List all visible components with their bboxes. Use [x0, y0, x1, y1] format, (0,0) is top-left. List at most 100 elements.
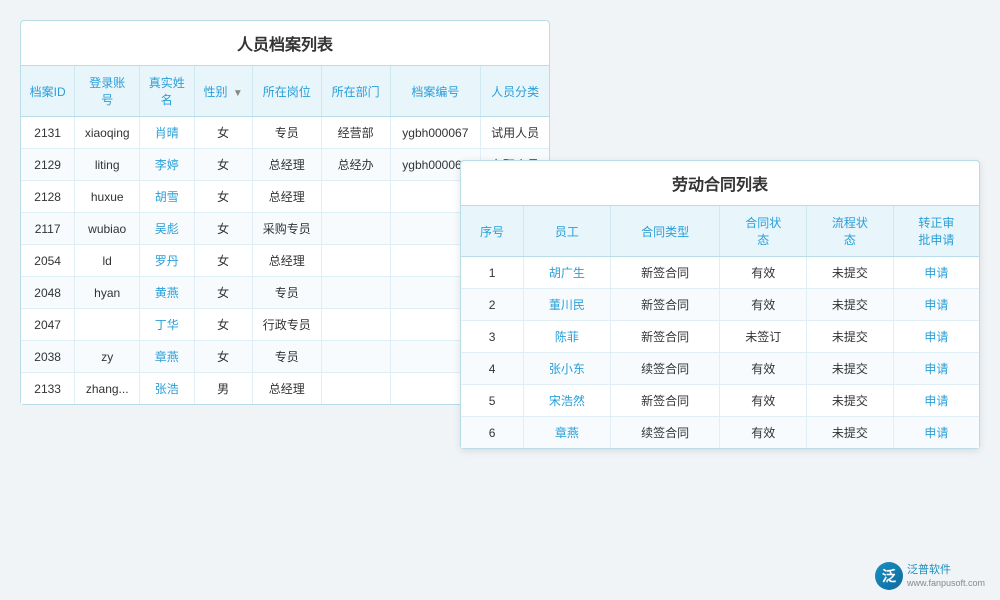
- col-contract-type: 合同类型: [610, 206, 720, 257]
- table-cell: 未提交: [807, 257, 894, 289]
- contract-row: 2董川民新签合同有效未提交申请: [461, 289, 979, 321]
- table-cell: 新签合同: [610, 385, 720, 417]
- table-cell[interactable]: 申请: [893, 257, 979, 289]
- table-cell: [321, 245, 390, 277]
- table-cell: 2054: [21, 245, 75, 277]
- table-cell: 4: [461, 353, 524, 385]
- table-cell[interactable]: 章燕: [524, 417, 611, 449]
- table-cell[interactable]: 章燕: [140, 341, 194, 373]
- table-cell: 未签订: [720, 321, 807, 353]
- contract-table: 序号 员工 合同类型 合同状态 流程状态 转正审批申请 1胡广生新签合同有效未提…: [461, 206, 979, 448]
- table-cell: 女: [194, 213, 252, 245]
- gender-filter-icon[interactable]: ▼: [233, 88, 243, 99]
- table-cell: 未提交: [807, 321, 894, 353]
- table-cell[interactable]: 申请: [893, 289, 979, 321]
- table-cell: huxue: [75, 181, 140, 213]
- table-cell: xiaoqing: [75, 117, 140, 149]
- table-cell: 续签合同: [610, 417, 720, 449]
- col-position: 所在岗位: [252, 66, 321, 117]
- table-cell[interactable]: 申请: [893, 417, 979, 449]
- table-cell: 女: [194, 309, 252, 341]
- table-cell[interactable]: 丁华: [140, 309, 194, 341]
- table-cell: 新签合同: [610, 321, 720, 353]
- table-cell: 6: [461, 417, 524, 449]
- table-cell: 采购专员: [252, 213, 321, 245]
- table-cell: [321, 373, 390, 405]
- table-cell[interactable]: 肖晴: [140, 117, 194, 149]
- col-gender[interactable]: 性别 ▼: [194, 66, 252, 117]
- table-cell: 女: [194, 149, 252, 181]
- logo-watermark: 泛 泛普软件 www.fanpusoft.com: [875, 562, 985, 590]
- table-cell[interactable]: 宋浩然: [524, 385, 611, 417]
- table-cell[interactable]: 陈菲: [524, 321, 611, 353]
- table-cell: 新签合同: [610, 257, 720, 289]
- col-no: 序号: [461, 206, 524, 257]
- table-cell: 女: [194, 277, 252, 309]
- table-cell: 有效: [720, 417, 807, 449]
- table-cell: 3: [461, 321, 524, 353]
- col-employee: 员工: [524, 206, 611, 257]
- col-type: 人员分类: [481, 66, 549, 117]
- contract-row: 1胡广生新签合同有效未提交申请: [461, 257, 979, 289]
- logo-icon: 泛: [875, 562, 903, 590]
- col-id: 档案ID: [21, 66, 75, 117]
- table-cell[interactable]: 黄燕: [140, 277, 194, 309]
- table-cell: 总经理: [252, 149, 321, 181]
- contract-table-container: 劳动合同列表 序号 员工 合同类型 合同状态 流程状态 转正审批申请 1胡广生新…: [460, 160, 980, 449]
- table-cell[interactable]: 罗丹: [140, 245, 194, 277]
- table-cell: 专员: [252, 341, 321, 373]
- table-cell: 未提交: [807, 289, 894, 321]
- col-fileno: 档案编号: [390, 66, 481, 117]
- table-cell: 2: [461, 289, 524, 321]
- table-cell: 有效: [720, 257, 807, 289]
- table-cell: 2047: [21, 309, 75, 341]
- table-cell[interactable]: 张浩: [140, 373, 194, 405]
- contract-row: 6章燕续签合同有效未提交申请: [461, 417, 979, 449]
- table-cell: 女: [194, 245, 252, 277]
- table-cell: [321, 277, 390, 309]
- table-cell: 2133: [21, 373, 75, 405]
- contract-row: 3陈菲新签合同未签订未提交申请: [461, 321, 979, 353]
- table-cell: ygbh000067: [390, 117, 481, 149]
- table-cell[interactable]: 胡雪: [140, 181, 194, 213]
- table-cell[interactable]: 申请: [893, 321, 979, 353]
- table-cell: 1: [461, 257, 524, 289]
- col-dept: 所在部门: [321, 66, 390, 117]
- table-cell: 试用人员: [481, 117, 549, 149]
- table-cell: 有效: [720, 289, 807, 321]
- table-cell: [321, 341, 390, 373]
- table-cell[interactable]: 申请: [893, 385, 979, 417]
- table-cell: 新签合同: [610, 289, 720, 321]
- table-cell: 男: [194, 373, 252, 405]
- logo-company: 泛普软件: [907, 564, 985, 577]
- personnel-table-title: 人员档案列表: [21, 21, 549, 66]
- table-cell: ld: [75, 245, 140, 277]
- table-cell[interactable]: 吴彪: [140, 213, 194, 245]
- table-cell: 2117: [21, 213, 75, 245]
- table-cell: 未提交: [807, 353, 894, 385]
- contract-table-header: 序号 员工 合同类型 合同状态 流程状态 转正审批申请: [461, 206, 979, 257]
- table-cell: 2131: [21, 117, 75, 149]
- table-cell: 2048: [21, 277, 75, 309]
- table-cell: 2128: [21, 181, 75, 213]
- table-cell[interactable]: 申请: [893, 353, 979, 385]
- table-cell: 女: [194, 117, 252, 149]
- table-cell: [321, 309, 390, 341]
- table-cell: 总经理: [252, 245, 321, 277]
- table-cell[interactable]: 张小东: [524, 353, 611, 385]
- table-cell: [321, 181, 390, 213]
- col-apply: 转正审批申请: [893, 206, 979, 257]
- contract-row: 5宋浩然新签合同有效未提交申请: [461, 385, 979, 417]
- main-wrapper: 人员档案列表 档案ID 登录账号 真实姓名 性别 ▼ 所在岗位 所在部门 档案编…: [0, 0, 1000, 600]
- table-cell[interactable]: 董川民: [524, 289, 611, 321]
- table-cell: 2129: [21, 149, 75, 181]
- table-cell: 行政专员: [252, 309, 321, 341]
- table-cell: 女: [194, 341, 252, 373]
- table-cell: [75, 309, 140, 341]
- table-cell: 经营部: [321, 117, 390, 149]
- table-cell[interactable]: 胡广生: [524, 257, 611, 289]
- col-name: 真实姓名: [140, 66, 194, 117]
- contract-table-title: 劳动合同列表: [461, 161, 979, 206]
- table-cell[interactable]: 李婷: [140, 149, 194, 181]
- table-cell: 专员: [252, 277, 321, 309]
